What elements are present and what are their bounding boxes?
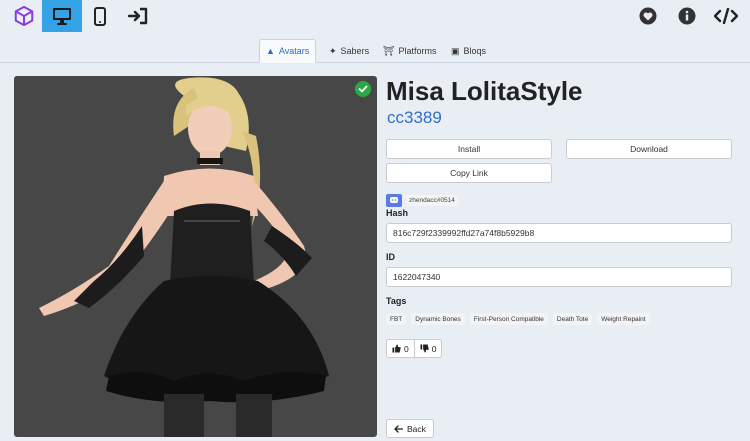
tag-item[interactable]: Death Tote [552, 313, 593, 325]
code-icon [714, 8, 738, 24]
tab-bloqs[interactable]: ▣ Bloqs [445, 39, 492, 63]
tab-label: Bloqs [463, 46, 487, 56]
tab-label: Avatars [278, 46, 310, 56]
id-field[interactable]: 1622047340 [386, 267, 732, 287]
info-icon [678, 7, 696, 25]
arrow-left-icon [394, 424, 403, 433]
upvote-button[interactable]: 0 [386, 339, 415, 358]
torii-icon: ⛩ [383, 45, 395, 56]
tags-label: Tags [386, 296, 407, 306]
sign-in-icon [128, 7, 148, 25]
uploader-name: zhendacc#0514 [406, 194, 458, 206]
api-button[interactable] [706, 0, 746, 32]
avatar-icon: ▲ [266, 45, 275, 56]
avatar-render [39, 77, 329, 437]
pc-mode-button[interactable] [42, 0, 82, 32]
download-button[interactable]: Download [566, 139, 732, 159]
back-button[interactable]: Back [386, 419, 434, 438]
copy-link-button[interactable]: Copy Link [386, 163, 552, 183]
model-title: Misa LolitaStyle [386, 76, 583, 106]
tab-label: Platforms [398, 46, 437, 56]
install-button[interactable]: Install [386, 139, 552, 159]
tab-platforms[interactable]: ⛩ Platforms [377, 39, 442, 63]
site-logo-button[interactable] [4, 0, 44, 32]
about-button[interactable] [667, 0, 707, 32]
thumbs-up-icon [392, 344, 401, 353]
downvote-count: 0 [431, 343, 437, 354]
tag-item[interactable]: Weight Repaint [597, 313, 650, 325]
login-button[interactable] [118, 0, 158, 32]
vote-group: 0 0 [386, 339, 443, 358]
desktop-icon [53, 8, 71, 25]
wand-icon: ✦ [329, 45, 337, 56]
hash-label: Hash [386, 208, 409, 218]
model-preview-image [14, 76, 377, 437]
tag-item[interactable]: FBT [386, 313, 407, 325]
top-navbar [0, 0, 750, 32]
discord-icon [386, 193, 402, 207]
back-label: Back [407, 423, 426, 434]
category-tabs: ▲ Avatars ✦ Sabers ⛩ Platforms ▣ Bloqs [0, 39, 750, 63]
mobile-icon [94, 6, 106, 26]
donate-button[interactable] [628, 0, 668, 32]
tag-item[interactable]: Dynamic Bones [411, 313, 465, 325]
thumbs-down-icon [420, 344, 429, 353]
id-label: ID [386, 252, 395, 262]
hash-field[interactable]: 816c729f2339992ffd27a74f8b5929b8 [386, 223, 732, 243]
uploader-info: zhendacc#0514 [386, 193, 458, 207]
verified-badge [355, 81, 371, 97]
cube-logo-icon [14, 5, 34, 27]
tab-sabers[interactable]: ✦ Sabers [323, 39, 375, 63]
quest-mode-button[interactable] [80, 0, 120, 32]
upvote-count: 0 [404, 343, 409, 354]
tag-item[interactable]: First-Person Compatible [469, 313, 548, 325]
heart-icon [639, 7, 657, 25]
author-link[interactable]: cc3389 [387, 108, 442, 128]
downvote-button[interactable]: 0 [414, 339, 443, 358]
cube-icon: ▣ [451, 45, 460, 56]
tag-list: FBT Dynamic Bones First-Person Compatibl… [386, 313, 650, 325]
tab-avatars[interactable]: ▲ Avatars [259, 39, 317, 63]
check-icon [358, 85, 368, 93]
tab-label: Sabers [340, 46, 370, 56]
